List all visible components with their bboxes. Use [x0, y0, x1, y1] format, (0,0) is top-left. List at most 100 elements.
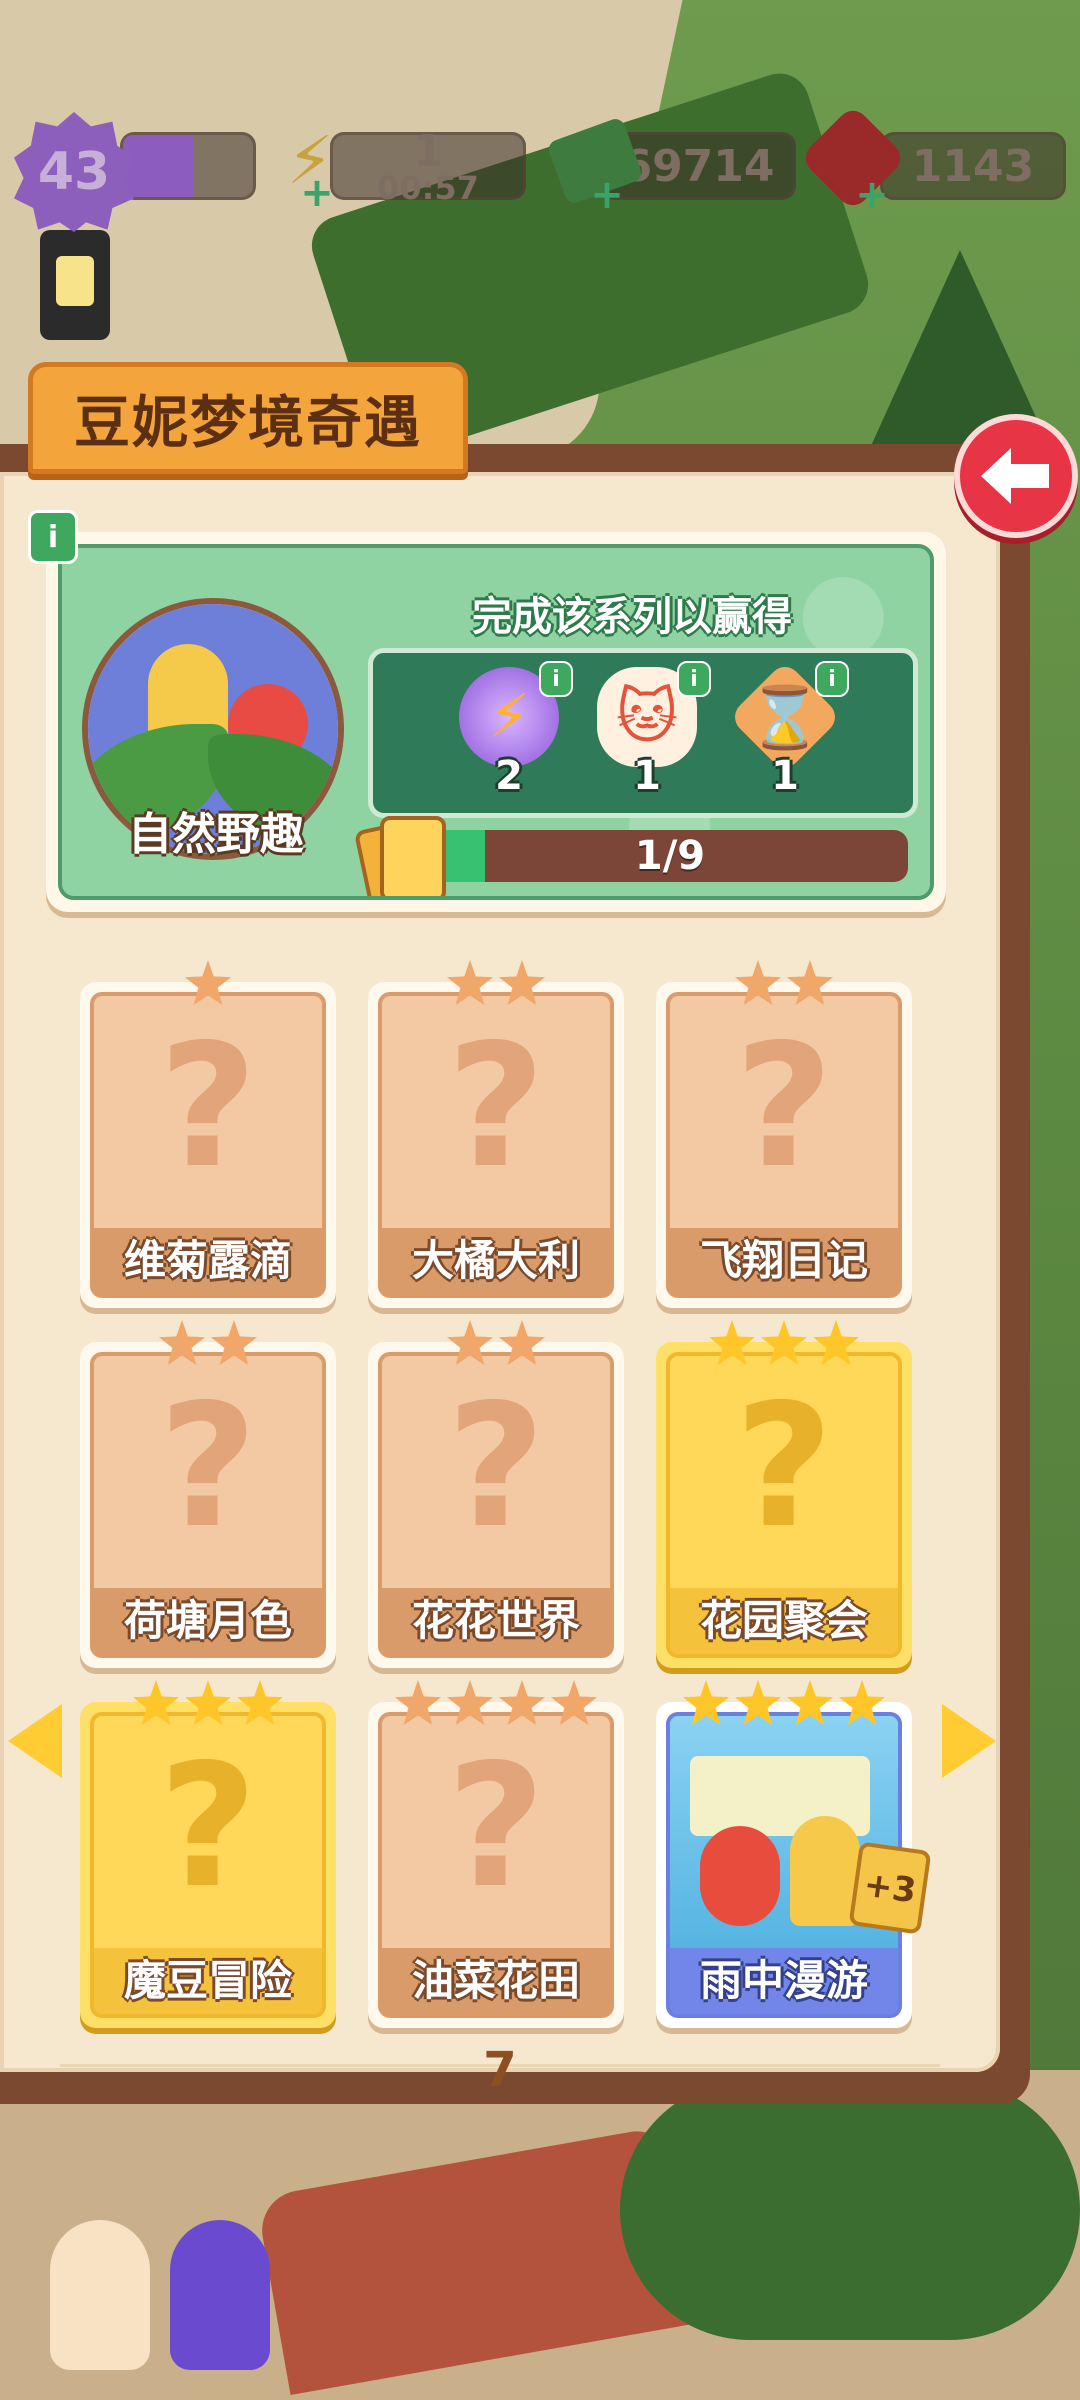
card-name: 花园聚会	[670, 1588, 898, 1654]
info-icon[interactable]: i	[677, 661, 711, 697]
xp-fill	[123, 135, 193, 197]
album-card[interactable]: ? 飞翔日记	[656, 960, 912, 1308]
star-icon	[158, 1320, 206, 1366]
star-icon	[786, 960, 834, 1006]
level-badge[interactable]: 43	[14, 112, 134, 232]
energy-timer: 00:57	[377, 169, 479, 207]
reward-heading: 完成该系列以赢得	[472, 594, 792, 640]
series-progress-bar: 1/9	[432, 830, 908, 882]
album-title-banner: 豆妮梦境奇遇	[28, 362, 468, 474]
prev-page-arrow-icon[interactable]	[8, 1704, 62, 1778]
card-stars	[80, 1680, 336, 1728]
question-mark-icon: ?	[446, 1008, 546, 1206]
star-icon	[786, 1680, 834, 1726]
star-icon	[394, 1680, 442, 1726]
album-card[interactable]: ? 维菊露滴	[80, 960, 336, 1308]
add-energy-icon[interactable]: +	[300, 173, 334, 213]
xp-bar	[120, 132, 256, 200]
card-face: ? 飞翔日记	[666, 992, 902, 1298]
star-icon	[236, 1680, 284, 1726]
next-page-arrow-icon[interactable]	[942, 1704, 996, 1778]
card-face: ? 魔豆冒险	[90, 1712, 326, 2018]
question-mark-icon: ?	[446, 1728, 546, 1926]
street-lamp	[40, 230, 110, 340]
star-icon	[446, 1320, 494, 1366]
card-stars	[80, 1320, 336, 1368]
character-blonde-girl	[50, 2220, 150, 2370]
star-icon	[498, 1680, 546, 1726]
energy-value: 1	[412, 126, 444, 177]
character-blue-hair-girl	[170, 2220, 270, 2370]
card-name: 大橘大利	[382, 1228, 610, 1294]
reward-lucky-cat[interactable]: 🐱 1 i	[587, 661, 711, 807]
question-mark-icon: ?	[734, 1008, 834, 1206]
album-card[interactable]: 雨中漫游 +3	[656, 1680, 932, 2028]
gem-bar[interactable]: 1143	[880, 132, 1066, 200]
album-page: 自然野趣 完成该系列以赢得 ⚡ 2 i 🐱 1 i ⌛ 1 i 1/9 i ? …	[0, 472, 1000, 2098]
album-book: 自然野趣 完成该系列以赢得 ⚡ 2 i 🐱 1 i ⌛ 1 i 1/9 i ? …	[0, 444, 1030, 2104]
info-icon[interactable]: i	[28, 510, 78, 564]
card-name: 荷塘月色	[94, 1588, 322, 1654]
album-card[interactable]: ? 大橘大利	[368, 960, 624, 1308]
reward-count: 1	[633, 753, 661, 799]
album-card[interactable]: ? 油菜花田	[368, 1680, 624, 2028]
card-name: 花花世界	[382, 1588, 610, 1654]
star-icon	[498, 960, 546, 1006]
question-mark-icon: ?	[734, 1368, 834, 1566]
card-grid: ? 维菊露滴? 大橘大利? 飞翔日记 ? 荷塘月色? 花花世界? 花园聚会? 魔豆冒险? 油菜花田…	[80, 960, 932, 2042]
card-name: 飞翔日记	[670, 1228, 898, 1294]
energy-bar[interactable]: 1 00:57	[330, 126, 526, 207]
star-icon	[498, 1320, 546, 1366]
series-header-card: 自然野趣 完成该系列以赢得 ⚡ 2 i 🐱 1 i ⌛ 1 i 1/9 i	[28, 510, 946, 912]
info-icon[interactable]: i	[815, 661, 849, 697]
star-icon	[184, 1680, 232, 1726]
reward-energy[interactable]: ⚡ 2 i	[449, 661, 573, 807]
card-name: 油菜花田	[382, 1948, 610, 2014]
series-progress-text: 1/9	[634, 833, 706, 879]
top-hud: 43 1 00:57 ⚡ + 69714 + 1143 +	[0, 104, 1080, 232]
star-icon	[446, 960, 494, 1006]
card-face: ? 大橘大利	[378, 992, 614, 1298]
back-button[interactable]	[954, 414, 1078, 538]
card-stars	[368, 1680, 624, 1728]
question-mark-icon: ?	[158, 1728, 258, 1926]
album-card[interactable]: ? 花园聚会	[656, 1320, 912, 1668]
card-face: ? 荷塘月色	[90, 1352, 326, 1658]
star-icon	[446, 1680, 494, 1726]
card-name: 维菊露滴	[94, 1228, 322, 1294]
page-number: 7	[483, 2042, 517, 2098]
card-stars	[80, 960, 336, 1008]
info-icon[interactable]: i	[539, 661, 573, 697]
reward-hourglass[interactable]: ⌛ 1 i	[725, 660, 849, 807]
card-stars	[656, 1320, 912, 1368]
card-face: ? 花花世界	[378, 1352, 614, 1658]
add-gems-icon[interactable]: +	[855, 175, 889, 215]
card-face: ? 维菊露滴	[90, 992, 326, 1298]
gem-value: 1143	[911, 140, 1035, 192]
album-card[interactable]: ? 花花世界	[368, 1320, 624, 1668]
back-arrow-icon	[981, 448, 1049, 504]
reward-count: 2	[495, 753, 523, 799]
card-stars	[368, 1320, 624, 1368]
card-stars	[368, 960, 624, 1008]
star-icon	[210, 1320, 258, 1366]
add-cash-icon[interactable]: +	[590, 175, 624, 215]
star-icon	[550, 1680, 598, 1726]
album-card[interactable]: ? 魔豆冒险	[80, 1680, 336, 2028]
star-icon	[734, 1680, 782, 1726]
cards-icon	[353, 816, 446, 896]
series-header-inner: 自然野趣 完成该系列以赢得 ⚡ 2 i 🐱 1 i ⌛ 1 i 1/9	[58, 544, 934, 900]
star-icon	[734, 960, 782, 1006]
star-icon	[184, 960, 232, 1006]
series-name: 自然野趣	[128, 809, 304, 860]
star-icon	[708, 1320, 756, 1366]
album-card[interactable]: ? 荷塘月色	[80, 1320, 336, 1668]
reward-box: ⚡ 2 i 🐱 1 i ⌛ 1 i	[368, 648, 918, 818]
reward-count: 1	[771, 753, 799, 799]
card-stars	[656, 960, 912, 1008]
star-icon	[812, 1320, 860, 1366]
card-name: 魔豆冒险	[94, 1948, 322, 2014]
cash-value: 69714	[621, 140, 775, 192]
star-icon	[760, 1320, 808, 1366]
hedge-bush	[620, 2080, 1080, 2340]
